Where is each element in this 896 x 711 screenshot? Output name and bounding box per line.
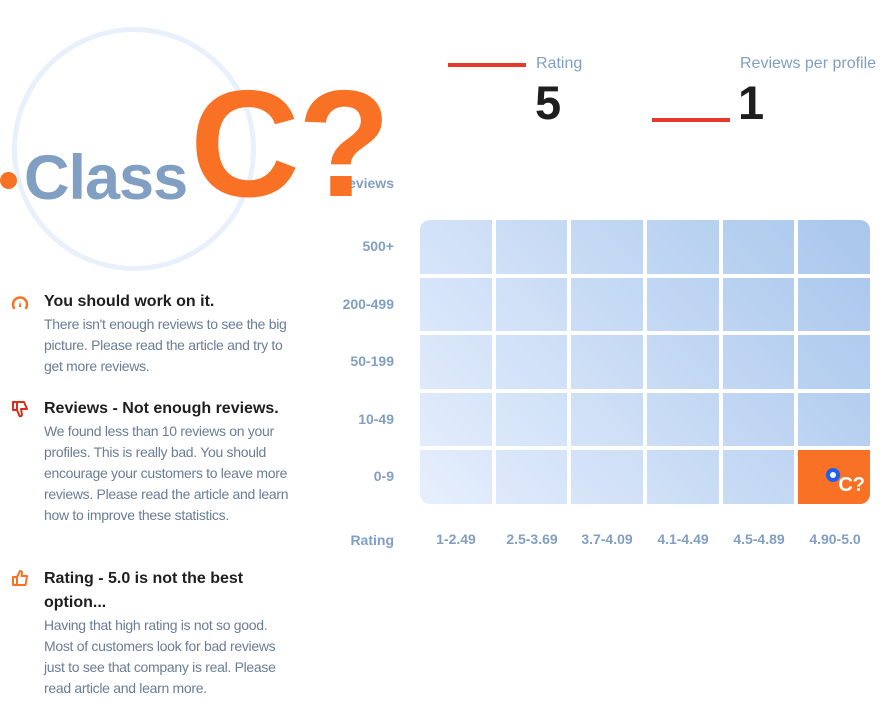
matrix-cell (571, 220, 643, 274)
reviews-per-profile-value: 1 (738, 76, 765, 129)
thumbs-down-icon (12, 401, 28, 418)
row-label: 50-199 (350, 353, 394, 369)
highlight-grade-label: C? (838, 474, 865, 497)
matrix-cell (722, 277, 795, 332)
matrix-cell (722, 220, 795, 274)
insight-text: There isn't enough reviews to see the bi… (44, 316, 287, 374)
matrix-cell (722, 335, 795, 389)
x-axis-title: Rating (350, 532, 394, 548)
column-label: 2.5-3.69 (506, 531, 558, 547)
thumbs-up-icon (12, 570, 28, 586)
matrix-cell (420, 277, 492, 332)
rating-value: 5 (535, 76, 562, 129)
reviews-per-profile-label: Reviews per profile (740, 55, 877, 72)
rating-label: Rating (536, 55, 583, 72)
row-label: 500+ (362, 238, 394, 254)
column-label: 4.90-5.0 (809, 531, 861, 547)
matrix-cell (571, 335, 643, 389)
matrix-cell (495, 220, 568, 274)
class-grade: C? (190, 59, 391, 229)
matrix-cell (495, 335, 568, 389)
matrix-cell (647, 450, 719, 504)
rating-reviews-matrix: C? (420, 220, 870, 504)
matrix-cell (420, 220, 492, 274)
matrix-cell (420, 450, 492, 504)
matrix-cell (420, 392, 492, 447)
matrix-cell (495, 392, 568, 447)
matrix-cell (798, 277, 870, 332)
rating-accent-line (448, 63, 526, 67)
row-label: 0-9 (373, 468, 394, 484)
class-label: Class (24, 143, 188, 213)
reviews-accent-line (652, 118, 730, 122)
matrix-cell (722, 450, 795, 504)
column-label: 4.5-4.89 (733, 531, 785, 547)
gauge-icon (11, 296, 29, 310)
row-label: 200-499 (342, 296, 394, 312)
insight-title: Rating - 5.0 is not the best option... (44, 570, 244, 611)
insight-title: Reviews - Not enough reviews. (44, 400, 279, 417)
matrix-cell (647, 335, 719, 389)
insight-text: Having that high rating is not so good. … (44, 617, 276, 696)
matrix-cell (495, 450, 568, 504)
orange-dot (0, 172, 17, 189)
matrix-cell (722, 392, 795, 447)
column-label: 4.1-4.49 (657, 531, 709, 547)
matrix-cell (798, 220, 870, 274)
matrix-cell (647, 392, 719, 447)
matrix-cell (798, 335, 870, 389)
matrix-cell (647, 277, 719, 332)
matrix-cell (647, 220, 719, 274)
matrix-cell (571, 277, 643, 332)
matrix-cell (571, 450, 643, 504)
column-label: 3.7-4.09 (581, 531, 633, 547)
row-label: 10-49 (358, 411, 394, 427)
matrix-cell (571, 392, 643, 447)
matrix-cell (798, 392, 870, 447)
matrix-cell (495, 277, 568, 332)
matrix-cell (420, 335, 492, 389)
matrix-cell-highlighted: C? (798, 450, 870, 504)
column-label: 1-2.49 (436, 531, 476, 547)
insight-text: We found less than 10 reviews on your pr… (44, 423, 289, 523)
insight-title: You should work on it. (44, 293, 215, 310)
